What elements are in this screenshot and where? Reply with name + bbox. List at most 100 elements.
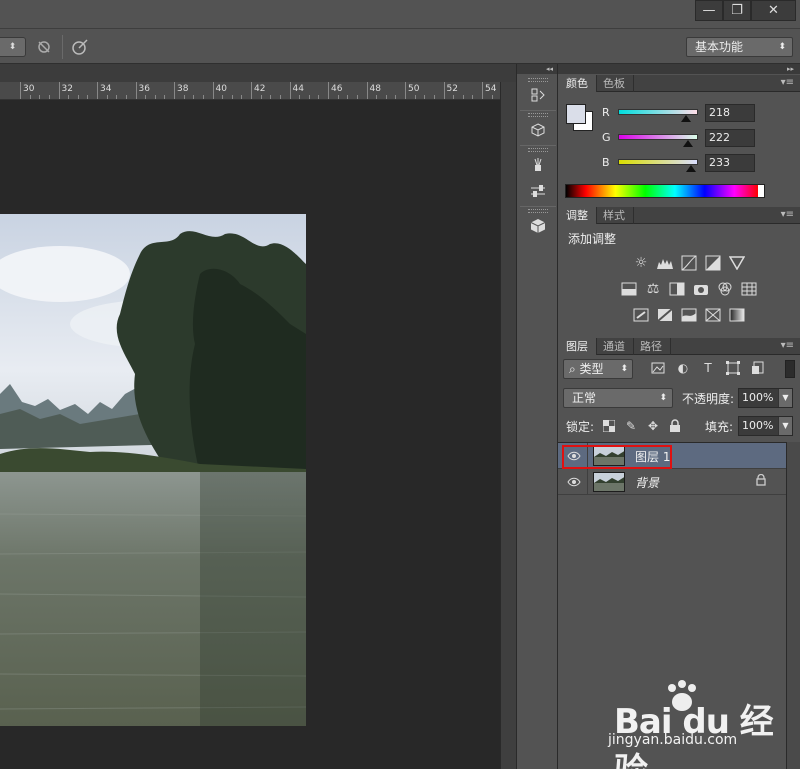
lock-brush-icon[interactable]: ✎ bbox=[624, 419, 638, 433]
invert-icon[interactable] bbox=[632, 306, 650, 324]
blue-slider-thumb[interactable] bbox=[686, 165, 697, 172]
ruler-minor-tick bbox=[48, 95, 50, 99]
ruler-minor-tick bbox=[241, 95, 243, 99]
adjustment-row-2: ⚖ bbox=[558, 280, 800, 300]
watermark-url: jingyan.baidu.com bbox=[608, 732, 738, 748]
pixel-layer-filter-icon[interactable] bbox=[650, 360, 666, 376]
ruler-tick-label: 32 bbox=[61, 84, 73, 94]
panel-menu-icon[interactable]: ▾≡ bbox=[781, 340, 794, 351]
adjust-panel-tabs: 调整 样式 ▾≡ bbox=[558, 207, 800, 224]
layer-row-background[interactable]: 背景 bbox=[558, 469, 786, 495]
ruler-minor-tick bbox=[116, 95, 118, 99]
chevron-updown-icon: ⬍ bbox=[620, 364, 628, 374]
selective-color-icon[interactable] bbox=[704, 306, 722, 324]
fill-input[interactable]: 100% ▼ bbox=[738, 416, 793, 436]
history-icon[interactable] bbox=[520, 82, 556, 108]
smart-object-filter-icon[interactable] bbox=[750, 360, 766, 376]
layer-row-layer1[interactable]: 图层 1 bbox=[558, 443, 786, 469]
layer-lock-icon bbox=[756, 473, 766, 489]
tab-paths[interactable]: 路径 bbox=[632, 338, 671, 355]
minimize-button[interactable]: — bbox=[695, 0, 723, 21]
gradient-map-icon[interactable] bbox=[728, 306, 746, 324]
red-slider-thumb[interactable] bbox=[681, 115, 692, 122]
ruler-minor-tick bbox=[106, 95, 108, 99]
vibrance-icon[interactable] bbox=[728, 254, 746, 272]
ruler-tick bbox=[482, 82, 483, 99]
layer-thumbnail[interactable] bbox=[593, 472, 625, 492]
levels-icon[interactable] bbox=[656, 254, 674, 272]
type-layer-filter-icon[interactable]: T bbox=[700, 360, 716, 376]
red-value-input[interactable]: 218 bbox=[705, 104, 755, 122]
color-balance-icon[interactable]: ⚖ bbox=[644, 280, 662, 298]
layer-filter-toggle[interactable] bbox=[785, 360, 795, 378]
lock-position-icon[interactable]: ✥ bbox=[646, 419, 660, 433]
layer-filter-icons: ◐ T bbox=[650, 360, 766, 376]
layer-name[interactable]: 背景 bbox=[635, 474, 659, 491]
tab-layers[interactable]: 图层 bbox=[558, 338, 597, 355]
ruler-minor-tick bbox=[462, 95, 464, 99]
shape-layer-filter-icon[interactable] bbox=[725, 360, 741, 376]
blue-value-input[interactable]: 233 bbox=[705, 154, 755, 172]
channel-mixer-icon[interactable] bbox=[716, 280, 734, 298]
ruler-minor-tick bbox=[395, 95, 397, 99]
panel-menu-icon[interactable]: ▾≡ bbox=[781, 77, 794, 88]
chevron-updown-icon: ⬍ bbox=[659, 393, 667, 403]
panel-menu-icon[interactable]: ▾≡ bbox=[781, 209, 794, 220]
vertical-scrollbar[interactable] bbox=[500, 82, 516, 769]
chevron-down-icon[interactable]: ▼ bbox=[778, 389, 792, 407]
visibility-eye-icon[interactable] bbox=[566, 474, 582, 490]
ruler-tick-label: 46 bbox=[331, 84, 343, 94]
black-white-icon[interactable] bbox=[668, 280, 686, 298]
workspace-switcher[interactable]: 基本功能 ⬍ bbox=[686, 37, 793, 57]
ruler-tick-label: 30 bbox=[23, 84, 35, 94]
tab-color[interactable]: 颜色 bbox=[558, 75, 597, 92]
horizontal-ruler[interactable]: 30 32 34 36 38 40 42 44 46 48 50 52 54 bbox=[0, 82, 500, 100]
ruler-tick-label: 52 bbox=[446, 84, 458, 94]
ruler-minor-tick bbox=[202, 95, 204, 99]
ruler-tick bbox=[328, 82, 329, 99]
canvas-image[interactable] bbox=[0, 214, 306, 726]
color-spectrum-bar[interactable] bbox=[565, 184, 765, 198]
exposure-icon[interactable] bbox=[704, 254, 722, 272]
properties-3d-icon[interactable] bbox=[520, 117, 556, 143]
close-button[interactable]: ✕ bbox=[751, 0, 796, 21]
document-canvas-area[interactable]: 30 32 34 36 38 40 42 44 46 48 50 52 54 bbox=[0, 64, 516, 769]
lock-transparent-icon[interactable] bbox=[602, 419, 616, 433]
red-label: R bbox=[602, 106, 610, 119]
adjustment-layer-filter-icon[interactable]: ◐ bbox=[675, 360, 691, 376]
posterize-icon[interactable] bbox=[656, 306, 674, 324]
opacity-input[interactable]: 100% ▼ bbox=[738, 388, 793, 408]
cube-3d-icon[interactable] bbox=[520, 213, 556, 239]
green-value-input[interactable]: 222 bbox=[705, 129, 755, 147]
pressure-size-icon[interactable] bbox=[34, 37, 54, 57]
airbrush-icon[interactable] bbox=[70, 37, 90, 57]
color-lookup-icon[interactable] bbox=[740, 280, 758, 298]
tab-swatches[interactable]: 色板 bbox=[595, 75, 634, 92]
lock-all-icon[interactable] bbox=[668, 419, 682, 433]
ruler-tick bbox=[366, 82, 368, 99]
brush-settings-icon[interactable] bbox=[520, 178, 556, 204]
tab-styles[interactable]: 样式 bbox=[595, 207, 634, 224]
collapse-panels-icon[interactable]: ▸▸ bbox=[558, 64, 800, 74]
foreground-color-swatch[interactable] bbox=[566, 104, 586, 124]
tab-channels[interactable]: 通道 bbox=[595, 338, 634, 355]
threshold-icon[interactable] bbox=[680, 306, 698, 324]
brightness-icon[interactable]: ☼ bbox=[632, 254, 650, 272]
brush-presets-icon[interactable] bbox=[520, 152, 556, 178]
restore-button[interactable]: ❐ bbox=[723, 0, 751, 21]
collapse-dock-icon[interactable]: ◂◂ bbox=[517, 64, 557, 74]
curves-icon[interactable] bbox=[680, 254, 698, 272]
green-slider-thumb[interactable] bbox=[682, 140, 693, 147]
fill-value: 100% bbox=[742, 419, 774, 432]
layer-filter-dropdown[interactable]: ⌕ 类型 ⬍ bbox=[563, 359, 633, 379]
hue-saturation-icon[interactable] bbox=[620, 280, 638, 298]
ruler-minor-tick bbox=[183, 95, 185, 99]
chevron-down-icon[interactable]: ▼ bbox=[778, 417, 792, 435]
ruler-tick-label: 44 bbox=[292, 84, 304, 94]
photo-filter-icon[interactable] bbox=[692, 280, 710, 298]
blend-mode-dropdown[interactable]: 正常 ⬍ bbox=[563, 388, 673, 408]
options-bar: ⬍ bbox=[0, 28, 800, 64]
tool-preset-dropdown[interactable]: ⬍ bbox=[0, 37, 26, 57]
tab-adjustments[interactable]: 调整 bbox=[558, 207, 597, 224]
ruler-minor-tick bbox=[299, 95, 301, 99]
